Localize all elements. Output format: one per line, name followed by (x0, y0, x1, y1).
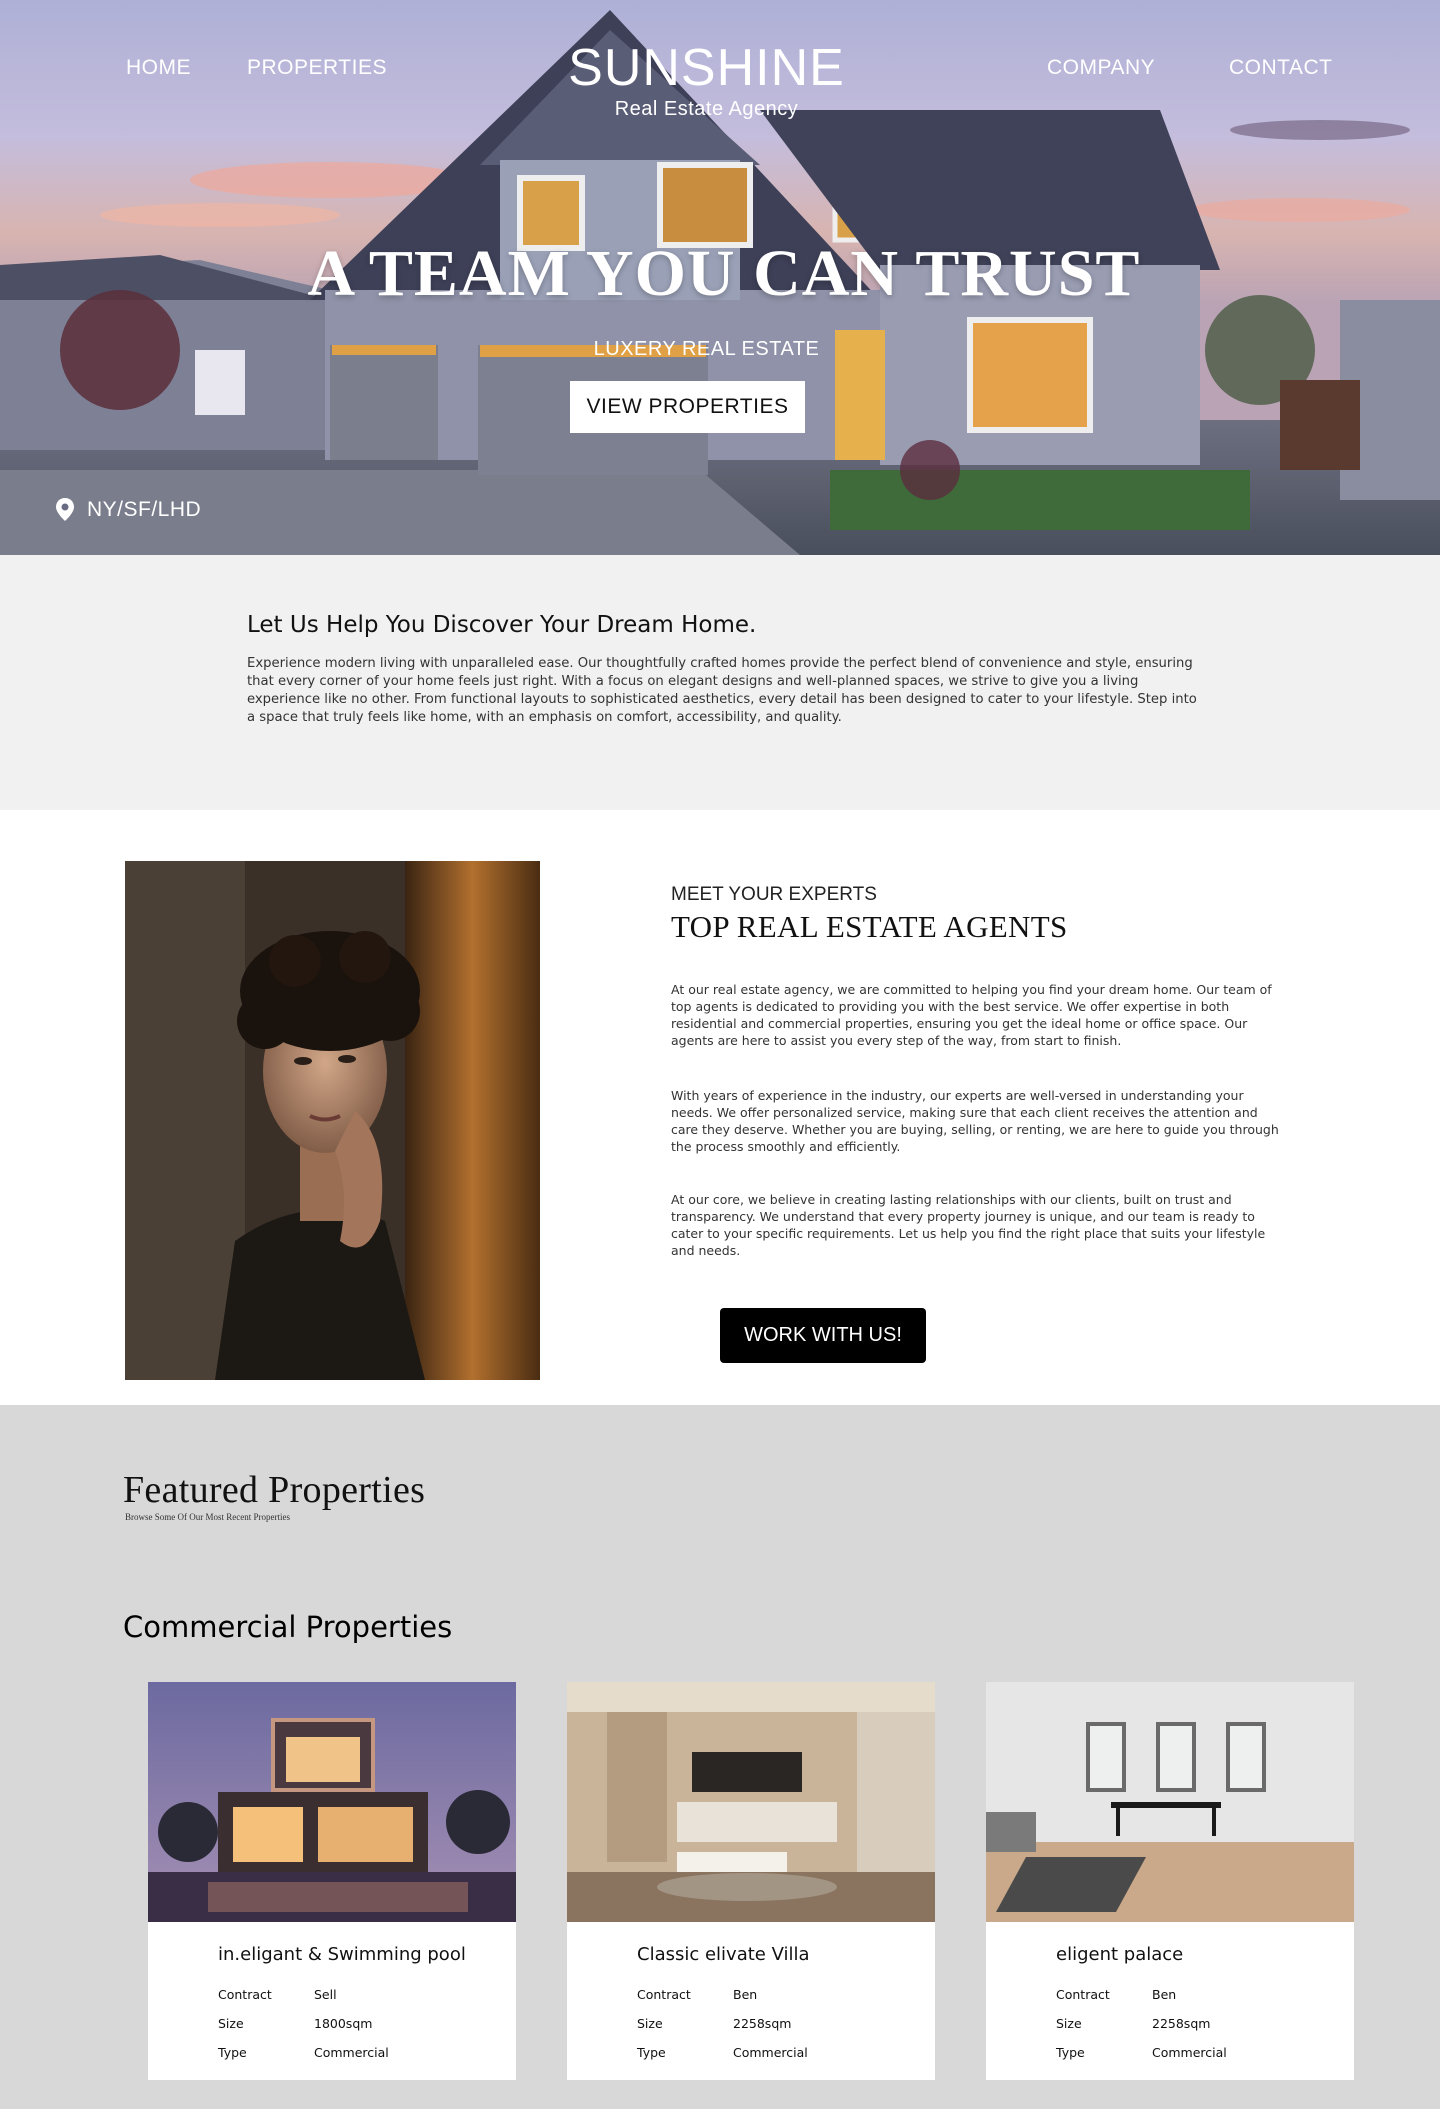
hero-subtitle: LUXERY REAL ESTATE (593, 338, 820, 360)
agent-portrait (125, 861, 540, 1380)
property-image (986, 1682, 1354, 1922)
contract-label: Contract (218, 1987, 272, 2002)
contract-label: Contract (1056, 1987, 1110, 2002)
discover-body: Experience modern living with unparallel… (247, 656, 1197, 725)
featured-subheading: Browse Some Of Our Most Recent Propertie… (125, 1512, 290, 1522)
type-label: Type (218, 2045, 247, 2060)
size-label: Size (1056, 2016, 1082, 2031)
contract-label: Contract (637, 1987, 691, 2002)
contract-value: Ben (1152, 1987, 1177, 2002)
property-title[interactable]: eligent palace (1056, 1944, 1183, 1965)
featured-section: Featured Properties Browse Some Of Our M… (0, 1405, 1440, 2109)
property-type-row: Type Commercial (1056, 2045, 1227, 2060)
type-value: Commercial (733, 2045, 808, 2060)
work-with-us-button[interactable]: WORK WITH US! (720, 1308, 926, 1363)
size-value: 2258sqm (733, 2016, 792, 2031)
map-pin-icon (56, 498, 74, 521)
property-card[interactable]: in.eligant & Swimming pool Contract Sell … (148, 1682, 516, 2080)
property-contract-row: Contract Sell (218, 1987, 337, 2002)
type-label: Type (637, 2045, 666, 2060)
property-image (567, 1682, 935, 1922)
hero-title: A TEAM YOU CAN TRUST (307, 237, 1141, 310)
property-type-row: Type Commercial (637, 2045, 808, 2060)
brand-name[interactable]: SUNSHINE (0, 40, 1413, 96)
property-contract-row: Contract Ben (1056, 1987, 1176, 2002)
agents-paragraph: At our real estate agency, we are commit… (671, 982, 1272, 1048)
size-value: 1800sqm (314, 2016, 373, 2031)
location-indicator: NY/SF/LHD (55, 498, 201, 522)
type-label: Type (1056, 2045, 1085, 2060)
property-size-row: Size 2258sqm (637, 2016, 791, 2031)
property-size-row: Size 1800sqm (218, 2016, 372, 2031)
property-card[interactable]: Classic elivate Villa Contract Ben Size 22… (567, 1682, 935, 2080)
contract-value: Sell (314, 1987, 337, 2002)
property-title[interactable]: in.eligant & Swimming pool (218, 1944, 466, 1965)
property-title[interactable]: Classic elivate Villa (637, 1944, 810, 1965)
agents-section: MEET YOUR EXPERTS TOP REAL ESTATE AGENTS… (0, 810, 1440, 1405)
hero-section: HOME PROPERTIES COMPANY CONTACT SUNSHINE… (0, 0, 1440, 555)
size-value: 2258sqm (1152, 2016, 1211, 2031)
discover-heading: Let Us Help You Discover Your Dream Home… (247, 612, 757, 638)
brand-tagline: Real Estate Agency (614, 98, 799, 120)
contract-value: Ben (733, 1987, 758, 2002)
property-type-row: Type Commercial (218, 2045, 389, 2060)
agents-paragraph: At our core, we believe in creating last… (671, 1192, 1266, 1258)
agents-paragraph: With years of experience in the industry… (671, 1088, 1279, 1154)
property-image (148, 1682, 516, 1922)
type-value: Commercial (1152, 2045, 1227, 2060)
view-properties-button[interactable]: VIEW PROPERTIES (570, 381, 805, 433)
property-size-row: Size 2258sqm (1056, 2016, 1210, 2031)
agents-heading: TOP REAL ESTATE AGENTS (671, 909, 1068, 944)
size-label: Size (637, 2016, 663, 2031)
property-card[interactable]: eligent palace Contract Ben Size 2258sqm T… (986, 1682, 1354, 2080)
location-text: NY/SF/LHD (87, 498, 202, 521)
discover-section: Let Us Help You Discover Your Dream Home… (0, 555, 1440, 810)
category-heading: Commercial Properties (123, 1610, 453, 1644)
featured-heading: Featured Properties (123, 1469, 426, 1511)
size-label: Size (218, 2016, 244, 2031)
type-value: Commercial (314, 2045, 389, 2060)
property-contract-row: Contract Ben (637, 1987, 757, 2002)
agents-eyebrow: MEET YOUR EXPERTS (671, 884, 877, 905)
